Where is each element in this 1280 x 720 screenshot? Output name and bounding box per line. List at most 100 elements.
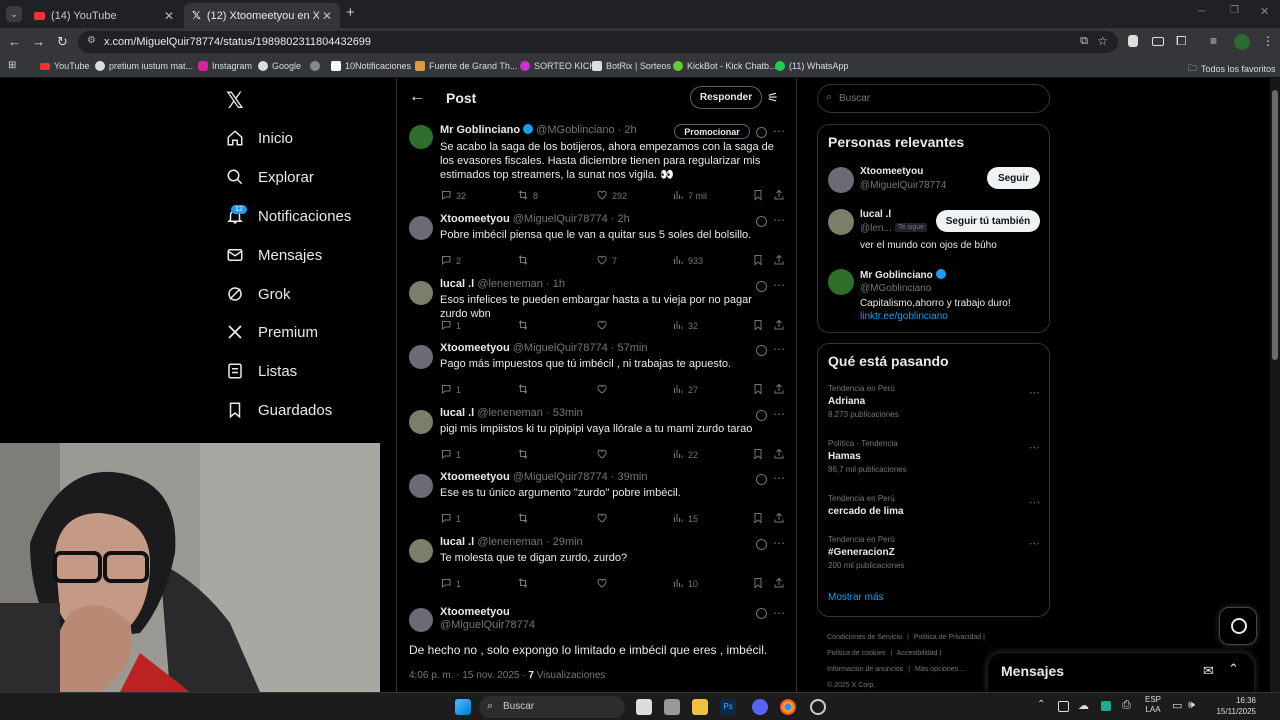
scrollbar-thumb[interactable] bbox=[1272, 90, 1278, 360]
like-action[interactable] bbox=[596, 383, 612, 397]
person-link[interactable]: linktr.ee/goblinciano bbox=[860, 311, 948, 322]
extension-icon[interactable] bbox=[1128, 35, 1138, 47]
footer-link[interactable]: Condiciones de Servicio bbox=[827, 634, 902, 641]
avatar[interactable] bbox=[409, 474, 433, 499]
like-action[interactable]: 292 bbox=[596, 189, 627, 203]
back-icon[interactable]: ← bbox=[8, 34, 21, 49]
discord-icon[interactable] bbox=[752, 699, 768, 715]
minimize-button[interactable]: ─ bbox=[1198, 6, 1205, 17]
page-scrollbar[interactable] bbox=[1270, 78, 1280, 692]
reply-button[interactable]: Responder bbox=[690, 86, 762, 109]
views-action[interactable]: 7 mil bbox=[672, 189, 707, 203]
app-icon[interactable] bbox=[810, 699, 826, 715]
author-name[interactable]: Xtoomeetyou bbox=[440, 471, 510, 483]
language-indicator[interactable]: ESP LAA bbox=[1145, 695, 1161, 715]
nav-explorar[interactable]: Explorar bbox=[226, 168, 314, 186]
bookmark-item[interactable]: KickBot - Kick Chatb... bbox=[673, 61, 777, 71]
nav-guardados[interactable]: Guardados bbox=[226, 401, 332, 419]
avatar[interactable] bbox=[409, 539, 433, 563]
back-arrow-icon[interactable]: ← bbox=[409, 88, 425, 106]
chrome-icon[interactable] bbox=[780, 699, 796, 715]
bookmark-action[interactable] bbox=[752, 383, 764, 397]
reply-post[interactable]: lucal .l @leneneman · 29min ⋯ Te molesta… bbox=[397, 536, 797, 596]
more-options-icon[interactable]: ⋯ bbox=[773, 342, 785, 356]
grok-icon[interactable] bbox=[756, 474, 767, 486]
author-name[interactable]: lucal .l bbox=[440, 536, 474, 548]
original-post[interactable]: Mr Goblinciano @MGoblinciano · 2h Promoc… bbox=[397, 122, 797, 206]
post-time[interactable]: · 39min bbox=[611, 471, 648, 483]
reply-action[interactable]: 1 bbox=[440, 448, 461, 462]
site-info-icon[interactable]: ⚙ bbox=[87, 35, 96, 46]
more-options-icon[interactable]: ⋯ bbox=[773, 606, 785, 620]
bookmark-item[interactable]: 10Notificaciones bbox=[331, 61, 411, 71]
author-name[interactable]: lucal .l bbox=[440, 278, 474, 290]
repost-action[interactable] bbox=[517, 319, 533, 333]
grok-floating-button[interactable] bbox=[1219, 607, 1257, 645]
reply-action[interactable]: 1 bbox=[440, 512, 461, 526]
tray-icon[interactable] bbox=[1058, 701, 1069, 712]
author-handle[interactable]: @MGoblinciano bbox=[536, 124, 614, 136]
avatar[interactable] bbox=[828, 269, 854, 295]
show-more-link[interactable]: Mostrar más bbox=[828, 592, 884, 603]
author-handle[interactable]: @MiguelQuir78774 bbox=[513, 342, 608, 354]
grok-icon[interactable] bbox=[756, 608, 767, 619]
views-action[interactable]: 10 bbox=[672, 577, 698, 591]
bookmark-action[interactable] bbox=[752, 189, 764, 203]
author-name[interactable]: Xtoomeetyou bbox=[440, 342, 510, 354]
avatar[interactable] bbox=[409, 345, 433, 370]
tray-chevron-icon[interactable]: ⌃ bbox=[1037, 699, 1045, 710]
reply-action[interactable]: 32 bbox=[440, 189, 466, 203]
reply-post[interactable]: lucal .l @leneneman · 53min ⋯ pigi mis i… bbox=[397, 407, 797, 467]
clock[interactable]: 16:36 15/11/2025 bbox=[1206, 695, 1256, 717]
tab-youtube[interactable]: (14) YouTube ✕ bbox=[26, 3, 182, 28]
app-icon[interactable] bbox=[664, 699, 680, 715]
taskbar-search[interactable]: ⌕ Buscar bbox=[479, 696, 625, 718]
bookmark-action[interactable] bbox=[752, 512, 764, 526]
share-action[interactable] bbox=[773, 189, 785, 203]
reply-action[interactable]: 1 bbox=[440, 383, 461, 397]
bookmark-action[interactable] bbox=[752, 319, 764, 333]
trend-item[interactable]: Tendencia en Perú #GeneracionZ 200 mil pub… bbox=[828, 535, 1040, 570]
views-action[interactable]: 27 bbox=[672, 383, 698, 397]
footer-link[interactable]: Accesibilidad bbox=[897, 650, 938, 657]
repost-action[interactable] bbox=[517, 512, 533, 526]
extension-icon[interactable] bbox=[1152, 37, 1164, 46]
close-tab-icon[interactable]: ✕ bbox=[322, 9, 332, 23]
security-icon[interactable] bbox=[1101, 701, 1111, 711]
tab-x-post[interactable]: 𝕏 (12) Xtoomeetyou en X: "@lenen ✕ bbox=[184, 3, 340, 28]
extensions-puzzle-icon[interactable]: ⧠ bbox=[1176, 33, 1186, 49]
author-handle[interactable]: @leneneman bbox=[477, 407, 543, 419]
reply-action[interactable]: 1 bbox=[440, 577, 461, 591]
author-name[interactable]: Xtoomeetyou bbox=[440, 213, 510, 225]
bookmark-item[interactable]: Google bbox=[258, 61, 301, 71]
views-action[interactable]: 933 bbox=[672, 254, 703, 268]
post-time[interactable]: · 2h bbox=[611, 213, 630, 225]
cloud-icon[interactable]: ☁ bbox=[1078, 699, 1089, 712]
post-timestamp[interactable]: 4:06 p. m. · 15 nov. 2025 · bbox=[409, 670, 526, 681]
more-options-icon[interactable]: ⋯ bbox=[773, 407, 785, 421]
post-time[interactable]: · 29min bbox=[546, 536, 583, 548]
avatar[interactable] bbox=[828, 167, 854, 193]
more-options-icon[interactable]: ⋯ bbox=[1029, 386, 1040, 399]
bookmark-item[interactable]: pretium iustum mat... bbox=[95, 61, 193, 71]
more-options-icon[interactable]: ⋯ bbox=[773, 471, 785, 485]
person-row[interactable]: Xtoomeetyou @MiguelQuir78774 Seguir bbox=[818, 165, 1051, 199]
mic-icon[interactable]: ⎙ bbox=[1122, 699, 1131, 712]
repost-action[interactable] bbox=[517, 577, 533, 591]
cast-icon[interactable]: ⧉ bbox=[1080, 35, 1088, 48]
grok-icon[interactable] bbox=[756, 345, 767, 357]
avatar[interactable] bbox=[409, 608, 433, 632]
reply-action[interactable]: 2 bbox=[440, 254, 461, 268]
nav-listas[interactable]: Listas bbox=[226, 362, 297, 380]
bookmark-item[interactable]: Instagram bbox=[198, 61, 252, 71]
avatar[interactable] bbox=[409, 216, 433, 240]
post-time[interactable]: · 1h bbox=[546, 278, 565, 290]
share-action[interactable] bbox=[773, 577, 785, 591]
more-options-icon[interactable]: ⋯ bbox=[773, 124, 785, 138]
star-icon[interactable]: ☆ bbox=[1097, 34, 1108, 48]
more-options-icon[interactable]: ⋯ bbox=[773, 536, 785, 550]
follow-button[interactable]: Seguir bbox=[987, 167, 1040, 189]
profile-avatar[interactable] bbox=[1234, 34, 1250, 50]
trend-item[interactable]: Política · Tendencia Hamas 86,7 mil public… bbox=[828, 439, 1040, 474]
search-input[interactable]: ⌕ Buscar bbox=[817, 84, 1050, 113]
